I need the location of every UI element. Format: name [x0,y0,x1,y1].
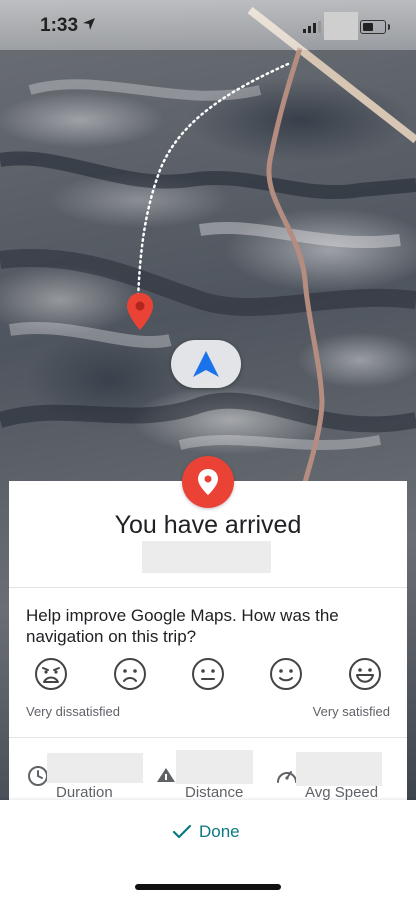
stat-label-duration: Duration [56,784,113,801]
done-button[interactable]: Done [158,818,258,846]
checkmark-icon [172,824,192,839]
home-indicator[interactable] [135,884,281,890]
road [266,47,325,501]
divider [9,737,407,738]
satisfied-face-icon[interactable] [269,657,303,691]
distance-icon [156,767,176,788]
speedometer-icon [276,766,298,791]
feedback-prompt: Help improve Google Maps. How was the na… [26,606,339,646]
dissatisfied-face-icon[interactable] [113,657,147,691]
redacted-address [142,541,271,573]
arrival-pin-icon [182,456,234,508]
location-services-icon [82,17,96,36]
divider [9,587,407,588]
bottom-bar: Done [0,800,416,900]
cellular-signal-icon [303,20,321,38]
rating-label-low: Very dissatisfied [26,704,120,719]
status-bar: 1:33 [0,0,416,50]
stat-label-distance: Distance [185,784,244,801]
redacted-avg-speed [296,752,382,786]
destination-pin-icon [126,292,154,337]
stat-label-avg-speed: Avg Speed [305,784,379,801]
redacted-carrier [324,12,358,40]
rating-label-high: Very satisfied [312,704,390,719]
navigation-arrow-icon [193,351,219,377]
battery-icon [360,20,390,34]
current-location-marker [171,340,241,388]
redacted-duration [47,753,143,783]
redacted-distance [176,750,253,784]
arrived-title: You have arrived [114,511,302,539]
very-dissatisfied-face-icon[interactable] [34,657,68,691]
neutral-face-icon[interactable] [191,657,225,691]
arrival-card: You have arrived Help improve Google Map… [9,481,407,801]
clock-icon [27,765,49,792]
very-satisfied-face-icon[interactable] [348,657,382,691]
status-time: 1:33 [40,15,79,36]
done-label: Done [199,822,240,841]
